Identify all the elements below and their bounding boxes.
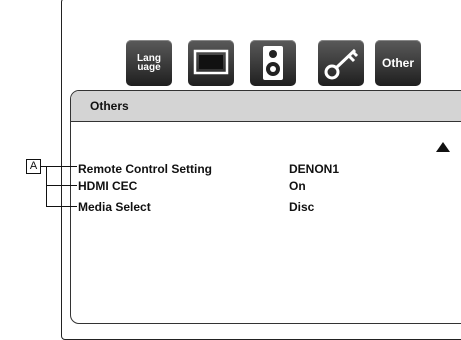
- speaker-icon: [263, 46, 283, 80]
- hdmi-cec-label[interactable]: HDMI CEC: [78, 179, 137, 193]
- other-label: Other: [381, 55, 414, 70]
- lock-tab[interactable]: [318, 40, 364, 86]
- media-select-label[interactable]: Media Select: [78, 200, 151, 214]
- callout-line-hdmi: [46, 185, 77, 186]
- panel-header: [71, 91, 461, 122]
- key-icon: [324, 48, 359, 80]
- display-icon: [193, 49, 229, 75]
- panel-title: Others: [90, 99, 129, 113]
- remote-control-setting-label[interactable]: Remote Control Setting: [78, 162, 212, 176]
- language-tab[interactable]: Lang uage: [126, 40, 172, 86]
- other-icon: Other: [381, 55, 414, 70]
- media-select-value: Disc: [289, 200, 315, 214]
- audio-tab[interactable]: [250, 40, 296, 86]
- callout-bracket-vertical: [46, 166, 47, 207]
- callout-line-media: [46, 206, 77, 207]
- other-tab[interactable]: Other: [375, 40, 421, 86]
- scroll-up-icon[interactable]: [436, 142, 450, 152]
- language-icon: Lang uage: [137, 53, 161, 73]
- remote-control-setting-value: DENON1: [289, 162, 340, 176]
- language-label: Lang uage: [137, 53, 161, 73]
- callout-a: A: [26, 159, 41, 174]
- hdmi-cec-value: On: [289, 179, 306, 193]
- display-tab[interactable]: [188, 40, 234, 86]
